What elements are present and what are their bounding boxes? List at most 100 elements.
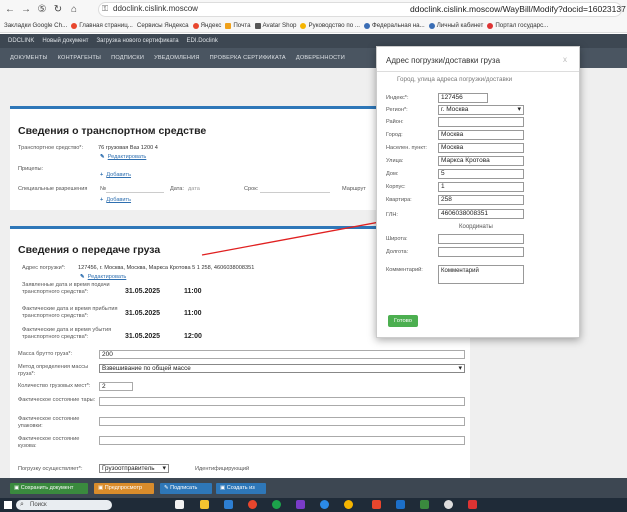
nav-check-certificate[interactable]: ПРОВЕРКА СЕРТИФИКАТА — [210, 55, 286, 61]
save-icon: ▣ — [14, 485, 21, 491]
taskbar: Поиск ⌕ — [0, 498, 627, 512]
store-icon[interactable] — [224, 500, 233, 509]
yandex-icon — [71, 22, 78, 29]
app7-icon[interactable] — [468, 500, 477, 509]
app4-icon[interactable] — [344, 500, 353, 509]
method-select[interactable]: Взвешивание по общей массе — [99, 364, 465, 373]
chrome-icon[interactable] — [272, 500, 281, 509]
windows-start-icon[interactable] — [4, 501, 12, 509]
loader-select[interactable]: Грузоотправитель — [99, 464, 169, 473]
comment-input[interactable]: Комментарий — [438, 265, 524, 284]
trailers-add-link[interactable]: + Добавить — [100, 172, 131, 178]
street-input[interactable]: Маркса Кротова — [438, 156, 524, 166]
forward-icon[interactable]: → — [20, 4, 32, 16]
settlement-label: Населен. пункт: — [386, 145, 427, 151]
app6-icon[interactable] — [420, 500, 429, 509]
address-modal: Адрес погрузки/доставки груза x Город, у… — [376, 46, 580, 338]
taskbar-search[interactable]: Поиск — [16, 500, 112, 510]
browser-icon[interactable] — [248, 500, 257, 509]
save-document-button[interactable]: ▣ Сохранить документ — [10, 483, 88, 494]
gln-input[interactable]: 4606038008351 — [438, 209, 524, 219]
bookmark-item[interactable]: Яндекс — [192, 22, 221, 29]
bookmarks-bar: Закладки Google Ch... Главная страниц...… — [0, 19, 627, 33]
upload-certificate-link[interactable]: Загрузка нового сертификата — [97, 38, 179, 44]
gln-label: ГЛН: — [386, 212, 398, 218]
nav-contractors[interactable]: КОНТРАГЕНТЫ — [58, 55, 101, 61]
edi-link[interactable]: EDI.Doclink — [187, 38, 218, 44]
longitude-label: Долгота: — [386, 249, 409, 255]
app-icon[interactable] — [175, 500, 184, 509]
pack-input[interactable] — [99, 417, 465, 426]
settlement-input[interactable]: Москва — [438, 143, 524, 153]
new-document-link[interactable]: Новый документ — [42, 38, 88, 44]
longitude-input[interactable] — [438, 247, 524, 257]
district-input[interactable] — [438, 117, 524, 127]
city-input[interactable]: Москва — [438, 130, 524, 140]
extension-icon[interactable]: ⑤ — [36, 4, 48, 16]
nav-documents[interactable]: ДОКУМЕНТЫ — [10, 55, 48, 61]
permit-date-input[interactable]: дата — [188, 186, 200, 192]
comment-label: Комментарий: — [386, 267, 423, 273]
building-input[interactable]: 1 — [438, 182, 524, 192]
reload-icon[interactable]: ↻ — [52, 4, 64, 16]
close-icon[interactable]: x — [563, 55, 567, 64]
create-icon: ▣ — [220, 485, 227, 491]
address-edit-link[interactable]: ✎ Редактировать — [80, 274, 126, 280]
shop-icon — [254, 22, 261, 29]
permit-number-input[interactable] — [106, 185, 164, 193]
departure-date[interactable]: 31.05.2025 — [125, 333, 160, 340]
preview-icon: ▣ — [98, 485, 105, 491]
arrival-date[interactable]: 31.05.2025 — [125, 310, 160, 317]
plus-icon: + — [100, 197, 104, 203]
bookmark-item[interactable]: Портал государс... — [487, 22, 548, 29]
sign-button[interactable]: ✎ Подписать — [160, 483, 212, 494]
pack-label: Фактическое состояние упаковки: — [18, 416, 80, 429]
bookmark-item[interactable]: Закладки Google Ch... — [4, 22, 67, 29]
bookmark-item[interactable]: Федеральная на... — [364, 22, 425, 29]
home-icon[interactable]: ⌂ — [68, 4, 80, 16]
bookmark-item[interactable]: Личный кабинет — [428, 22, 483, 29]
yandex-taskbar-icon[interactable] — [372, 500, 381, 509]
declared-date[interactable]: 31.05.2025 — [125, 288, 160, 295]
latitude-input[interactable] — [438, 234, 524, 244]
create-from-button[interactable]: ▣ Создать из — [216, 483, 266, 494]
departure-time[interactable]: 12:00 — [184, 333, 202, 340]
folder-icon[interactable] — [200, 500, 209, 509]
tare-input[interactable] — [99, 397, 465, 406]
bookmark-item[interactable]: Главная страниц... — [71, 22, 133, 29]
nav-powers-of-attorney[interactable]: ДОВЕРЕННОСТИ — [296, 55, 345, 61]
index-input[interactable]: 127456 — [438, 93, 488, 103]
gross-input[interactable]: 200 — [99, 350, 465, 359]
house-input[interactable]: 5 — [438, 169, 524, 179]
preview-button[interactable]: ▣ Предпросмотр — [94, 483, 154, 494]
declared-time[interactable]: 11:00 — [184, 288, 202, 295]
count-input[interactable]: 2 — [99, 382, 133, 391]
bookmark-item[interactable]: Руководство по ... — [300, 22, 360, 29]
ready-button[interactable]: Готово — [388, 315, 418, 327]
vehicle-edit-link[interactable]: ✎ Редактировать — [100, 154, 146, 160]
region-select[interactable]: г. Москва — [438, 105, 524, 115]
arrival-time[interactable]: 11:00 — [184, 310, 202, 317]
nav-subscriptions[interactable]: ПОДПИСКИ — [111, 55, 144, 61]
modal-title: Адрес погрузки/доставки груза — [386, 56, 501, 65]
coords-title: Координаты — [459, 224, 493, 230]
app2-icon[interactable] — [296, 500, 305, 509]
nav-notifications[interactable]: УВЕДОМЛЕНИЯ — [154, 55, 200, 61]
permit-term-input[interactable] — [260, 185, 330, 193]
address-host[interactable]: ddoclink.cislink.moscow — [113, 4, 198, 13]
gov-icon — [487, 22, 494, 29]
app3-icon[interactable] — [320, 500, 329, 509]
bookmark-item[interactable]: Почта — [225, 22, 251, 29]
permits-add-link[interactable]: + Добавить — [100, 197, 131, 203]
body-input[interactable] — [99, 436, 465, 445]
arrival-label: Фактические дата и время прибытия трансп… — [22, 306, 118, 319]
apartment-input[interactable]: 258 — [438, 195, 524, 205]
declared-label: Заявленные дата и время подачи транспорт… — [22, 282, 110, 295]
bookmark-item[interactable]: Сервисы Яндекса — [137, 22, 189, 29]
app-logo[interactable]: DDCLINK — [8, 38, 34, 44]
back-icon[interactable]: ← — [4, 4, 16, 16]
app5-icon[interactable] — [396, 500, 405, 509]
cabinet-icon — [428, 22, 435, 29]
settings-icon[interactable] — [444, 500, 453, 509]
bookmark-item[interactable]: Avatar Shop — [254, 22, 296, 29]
